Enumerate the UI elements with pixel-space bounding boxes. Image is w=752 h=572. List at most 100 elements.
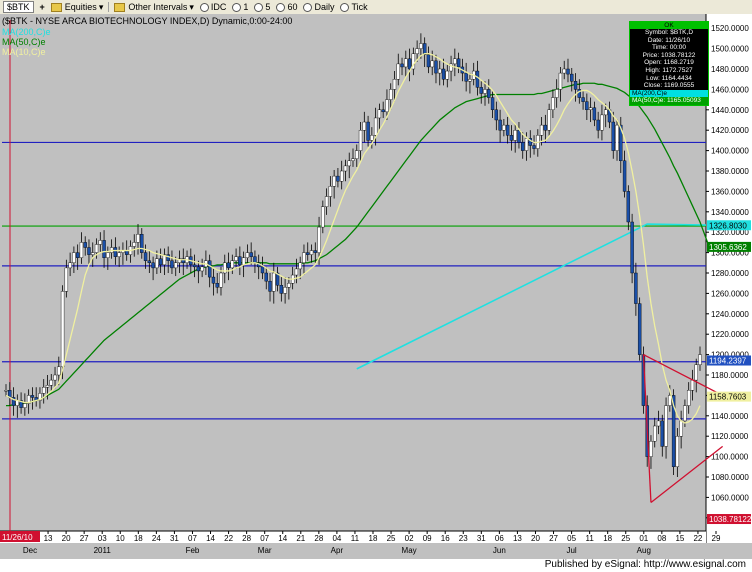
candle-body <box>113 247 118 257</box>
candle-body <box>415 48 419 54</box>
candle-body <box>211 276 216 284</box>
candle-body <box>664 405 668 447</box>
candle-body <box>328 186 333 197</box>
candle-body <box>502 124 506 131</box>
month-label: Mar <box>258 546 272 555</box>
new-button[interactable]: + <box>37 0 48 14</box>
x-tick-label: 28 <box>242 534 251 543</box>
x-tick-label: 11 <box>585 534 594 543</box>
candle-body <box>158 258 163 266</box>
y-tick-label: 1220.0000 <box>711 330 749 339</box>
candle-body <box>351 158 355 161</box>
y-tick-label: 1120.0000 <box>711 432 749 441</box>
other-intervals-menu[interactable]: Other Intervals ▾ <box>111 0 197 14</box>
x-tick-label: 31 <box>170 534 179 543</box>
candle-body <box>302 252 306 264</box>
candle-body <box>253 256 257 263</box>
candle-body <box>249 252 253 257</box>
x-tick-label: 18 <box>603 534 612 543</box>
month-label: Feb <box>186 546 200 555</box>
interval-option-tick[interactable]: Tick <box>337 0 370 14</box>
interval-option-daily[interactable]: Daily <box>300 0 337 14</box>
candle-body <box>272 272 276 292</box>
data-window-price: Price: 1038.78122 <box>642 51 696 59</box>
y-tick-label: 1360.0000 <box>711 187 749 196</box>
candle-body <box>370 135 374 141</box>
x-tick-label: 25 <box>621 534 630 543</box>
interval-option-1[interactable]: 1 <box>229 0 251 14</box>
data-window-ma50: MA(50,C)e: 1165.05093 <box>630 97 708 105</box>
interval-label: 1 <box>243 2 249 12</box>
candle-body <box>324 196 329 207</box>
month-label: Jul <box>566 546 576 555</box>
toolbar: $BTK + Equities ▾ Other Intervals ▾ IDC 1 5 6… <box>0 0 752 15</box>
candle-body <box>151 262 155 269</box>
candle-body <box>207 260 212 278</box>
candle-body <box>679 420 683 437</box>
data-window-ok[interactable]: OK <box>630 22 708 29</box>
candle-body <box>140 234 144 253</box>
y-tick-label: 1180.0000 <box>711 371 749 380</box>
interval-option-5[interactable]: 5 <box>251 0 273 14</box>
y-tick-label: 1340.0000 <box>711 208 749 217</box>
candle-body <box>505 124 510 136</box>
candle-body <box>683 405 687 422</box>
footer: Published by eSignal: http://www.esignal… <box>0 559 752 572</box>
data-window: OK Symbol: $BTK,D Date: 11/26/10 Time: 0… <box>629 21 709 106</box>
candle-body <box>143 252 148 261</box>
candle-body <box>422 43 427 55</box>
legend-ma10: MA(10,C)e <box>2 47 46 57</box>
candle-body <box>226 262 231 269</box>
x-tick-label: 04 <box>332 534 341 543</box>
candle-body <box>441 68 446 80</box>
candle-body <box>196 266 201 272</box>
candle-body <box>45 385 50 388</box>
candle-body <box>260 266 265 274</box>
y-tick-label: 1500.0000 <box>711 45 749 54</box>
equities-menu[interactable]: Equities ▾ <box>48 0 107 14</box>
interval-option-idc[interactable]: IDC <box>197 0 230 14</box>
chart-area[interactable]: 1520.0000 1500.0000 1480.0000 1460.0000 1440… <box>0 14 752 559</box>
candle-body <box>562 68 566 74</box>
symbol-box[interactable]: $BTK <box>0 0 37 14</box>
x-tick-label: 03 <box>98 534 107 543</box>
candle-body <box>30 395 35 398</box>
candle-body <box>317 226 321 253</box>
data-window-time: Time: 00:00 <box>651 44 687 52</box>
y-tick-label: 1260.0000 <box>711 289 749 298</box>
candle-body <box>117 252 121 257</box>
data-window-date: Date: 11/26/10 <box>647 36 691 44</box>
y-tick-label: 1420.0000 <box>711 126 749 135</box>
candle-body <box>287 283 291 288</box>
candle-body <box>430 60 434 68</box>
candle-body <box>637 303 642 355</box>
candle-body <box>656 420 661 427</box>
interval-option-60[interactable]: 60 <box>273 0 300 14</box>
data-window-low: Low: 1164.4434 <box>646 74 692 82</box>
candle-body <box>377 109 382 119</box>
candle-body <box>498 119 502 131</box>
radio-icon <box>232 2 242 12</box>
candle-body <box>521 142 525 151</box>
x-tick-label: 10 <box>116 534 125 543</box>
folder-icon <box>50 2 62 12</box>
candle-body <box>690 379 695 391</box>
candle-body <box>230 260 235 269</box>
candle-body <box>581 97 585 102</box>
x-tick-label: 20 <box>531 534 540 543</box>
candle-body <box>102 240 106 258</box>
candle-body <box>554 89 559 98</box>
candle-body <box>694 364 698 381</box>
candle-body <box>400 63 404 68</box>
candle-body <box>268 280 272 292</box>
candle-body <box>42 387 46 394</box>
candle-body <box>426 54 431 68</box>
candle-body <box>219 272 223 288</box>
candle-body <box>539 124 544 136</box>
x-tick-label: 18 <box>134 534 143 543</box>
y-tick-label: 1060.0000 <box>711 493 749 502</box>
x-tick-label: 24 <box>152 534 161 543</box>
candle-body <box>392 78 397 90</box>
y-tick-label: 1100.0000 <box>711 453 749 462</box>
data-window-symbol: Symbol: $BTK,D <box>644 29 694 36</box>
